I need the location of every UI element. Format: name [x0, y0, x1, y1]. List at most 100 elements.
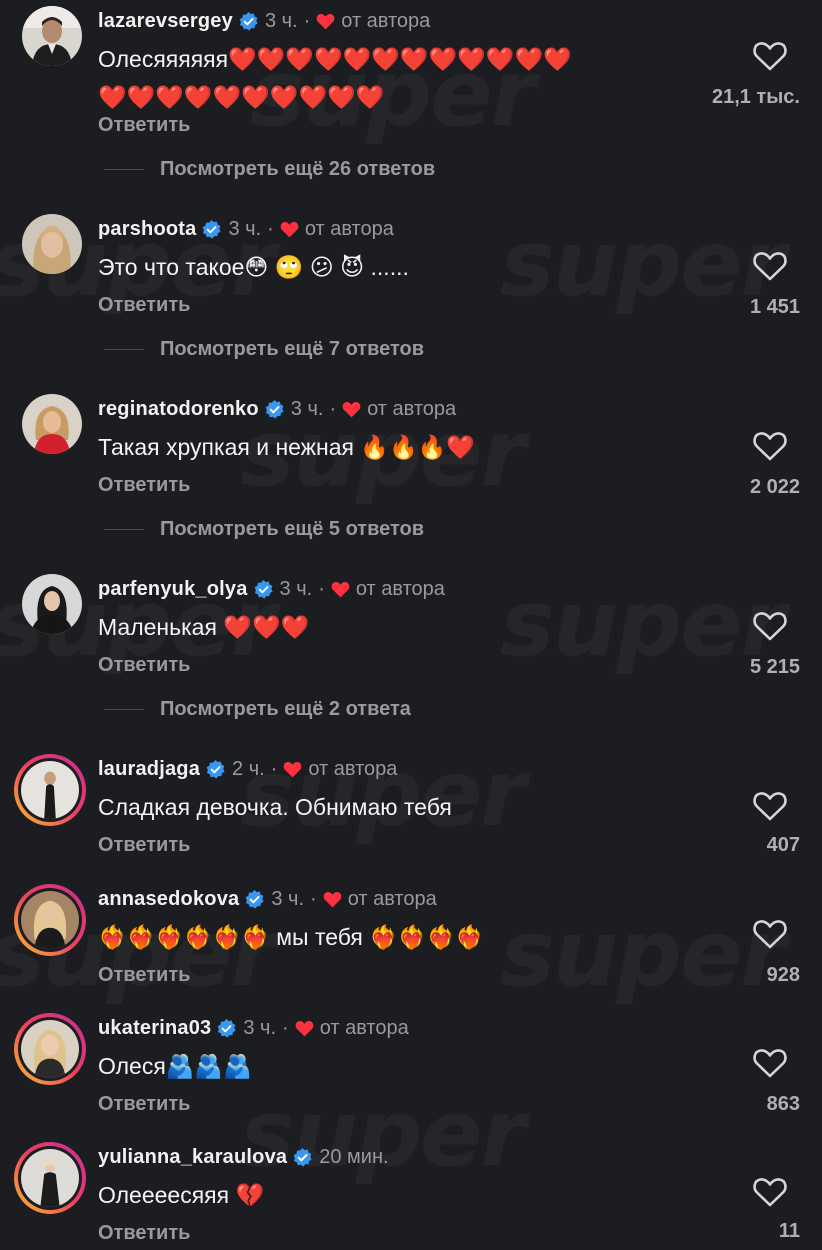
comment-header: lazarevsergey 3 ч. · от автора — [98, 6, 430, 36]
avatar-photo-icon — [21, 761, 79, 819]
view-more-replies[interactable]: Посмотреть ещё 5 ответов — [104, 518, 424, 541]
author-liked-heart-icon — [323, 891, 342, 907]
username[interactable]: reginatodorenko — [98, 398, 259, 421]
timestamp: 3 ч. — [228, 217, 262, 240]
replies-divider — [104, 709, 144, 710]
author-liked-label: от автора — [319, 1016, 409, 1039]
author-liked-label: от автора — [304, 217, 394, 240]
verified-badge-icon — [203, 219, 222, 239]
avatar[interactable] — [22, 6, 82, 66]
author-liked-label: от автора — [308, 757, 398, 780]
timestamp: 3 ч. — [290, 397, 324, 420]
separator-dot: · — [318, 577, 325, 600]
verified-badge-icon — [245, 889, 264, 909]
avatar — [21, 891, 79, 949]
view-more-replies-label: Посмотреть ещё 7 ответов — [160, 338, 425, 360]
avatar[interactable] — [22, 574, 82, 634]
comment-text: Олесяяяяяя❤️❤️❤️❤️❤️❤️❤️❤️❤️❤️❤️❤️ ❤️❤️❤… — [98, 40, 708, 116]
avatar-story-ring[interactable] — [14, 1142, 86, 1214]
reply-button[interactable]: Ответить — [98, 654, 190, 677]
username[interactable]: yulianna_karaulova — [98, 1146, 287, 1169]
username[interactable]: lazarevsergey — [98, 10, 233, 33]
like-heart-icon[interactable] — [752, 250, 788, 282]
like-count: 407 — [766, 834, 800, 856]
reply-button[interactable]: Ответить — [98, 114, 190, 137]
avatar-photo-icon — [21, 891, 79, 949]
avatar-photo-icon — [22, 574, 82, 634]
like-heart-icon[interactable] — [752, 1047, 788, 1079]
comment-text: Олееееся​яя 💔 — [98, 1182, 265, 1208]
comment-text-line: ❤️❤️❤️❤️❤️❤️❤️❤️❤️❤️ — [98, 84, 385, 110]
comment-text: Олеся🫂🫂🫂 — [98, 1053, 252, 1079]
view-more-replies[interactable]: Посмотреть ещё 7 ответов — [104, 338, 424, 361]
reply-button[interactable]: Ответить — [98, 294, 190, 317]
comment-text: Сладкая девочка. Обнимаю тебя — [98, 794, 452, 820]
avatar — [21, 1149, 79, 1207]
verified-badge-icon — [293, 1147, 312, 1167]
avatar — [21, 1020, 79, 1078]
author-liked-heart-icon — [284, 761, 302, 777]
separator-dot: · — [310, 887, 317, 910]
view-more-replies[interactable]: Посмотреть ещё 26 ответов — [104, 158, 435, 181]
username[interactable]: parfenyuk_olya — [98, 578, 248, 601]
comment-text-line: Олесяяяяяя❤️❤️❤️❤️❤️❤️❤️❤️❤️❤️❤️❤️ — [98, 46, 572, 72]
comment-text: Маленькая ❤️❤️❤️ — [98, 614, 310, 640]
like-heart-icon[interactable] — [752, 40, 788, 72]
view-more-replies-label: Посмотреть ещё 26 ответов — [160, 158, 436, 180]
verified-badge-icon — [206, 759, 225, 779]
username[interactable]: annasedokova — [98, 888, 239, 911]
like-count: 863 — [766, 1093, 800, 1115]
avatar-photo-icon — [21, 1149, 79, 1207]
like-heart-icon[interactable] — [752, 1176, 788, 1208]
author-liked-heart-icon — [331, 581, 350, 597]
author-liked-heart-icon — [342, 401, 361, 417]
username[interactable]: lauradjaga — [98, 758, 200, 781]
separator-dot: · — [267, 217, 274, 240]
avatar-photo-icon — [22, 394, 82, 454]
avatar-story-ring[interactable] — [14, 884, 86, 956]
like-count: 5 215 — [749, 656, 800, 678]
replies-divider — [104, 169, 144, 170]
like-count: 11 — [778, 1220, 800, 1242]
author-liked-label: от автора — [367, 397, 457, 420]
comment-header: annasedokova 3 ч. · от автора — [98, 884, 437, 914]
username[interactable]: ukaterina03 — [98, 1017, 211, 1040]
username[interactable]: parshoota — [98, 218, 196, 241]
view-more-replies-label: Посмотреть ещё 5 ответов — [160, 518, 425, 540]
avatar[interactable] — [22, 394, 82, 454]
reply-button[interactable]: Ответить — [98, 834, 190, 857]
avatar[interactable] — [22, 214, 82, 274]
author-liked-heart-icon — [295, 1020, 314, 1036]
like-heart-icon[interactable] — [752, 610, 788, 642]
reply-button[interactable]: Ответить — [98, 474, 190, 497]
like-count: 1 451 — [749, 296, 800, 318]
author-liked-heart-icon — [280, 221, 299, 237]
comment-header: reginatodorenko 3 ч. · от автора — [98, 394, 456, 424]
avatar-photo-icon — [22, 6, 82, 66]
author-liked-label: от автора — [347, 887, 437, 910]
like-count: 2 022 — [749, 476, 800, 498]
timestamp: 3 ч. — [271, 887, 305, 910]
like-heart-icon[interactable] — [752, 790, 788, 822]
timestamp: 3 ч. — [279, 577, 313, 600]
author-liked-label: от автора — [341, 9, 431, 32]
verified-badge-icon — [254, 579, 273, 599]
reply-button[interactable]: Ответить — [98, 1093, 190, 1116]
view-more-replies[interactable]: Посмотреть ещё 2 ответа — [104, 698, 411, 721]
like-heart-icon[interactable] — [752, 430, 788, 462]
separator-dot: · — [270, 757, 278, 780]
timestamp: 2 ч. — [232, 757, 265, 780]
author-liked-heart-icon — [316, 13, 335, 29]
avatar-story-ring[interactable] — [14, 1013, 86, 1085]
timestamp: 20 мин. — [319, 1145, 389, 1168]
comment-header: parshoota 3 ч. · от автора — [98, 214, 394, 244]
comments-screen: super super super super super super supe… — [0, 0, 822, 1250]
like-heart-icon[interactable] — [752, 918, 788, 950]
reply-button[interactable]: Ответить — [98, 964, 190, 987]
avatar-photo-icon — [21, 1020, 79, 1078]
replies-divider — [104, 349, 144, 350]
separator-dot: · — [303, 9, 311, 32]
verified-badge-icon — [239, 11, 258, 31]
reply-button[interactable]: Ответить — [98, 1222, 190, 1245]
avatar-story-ring[interactable] — [14, 754, 86, 826]
